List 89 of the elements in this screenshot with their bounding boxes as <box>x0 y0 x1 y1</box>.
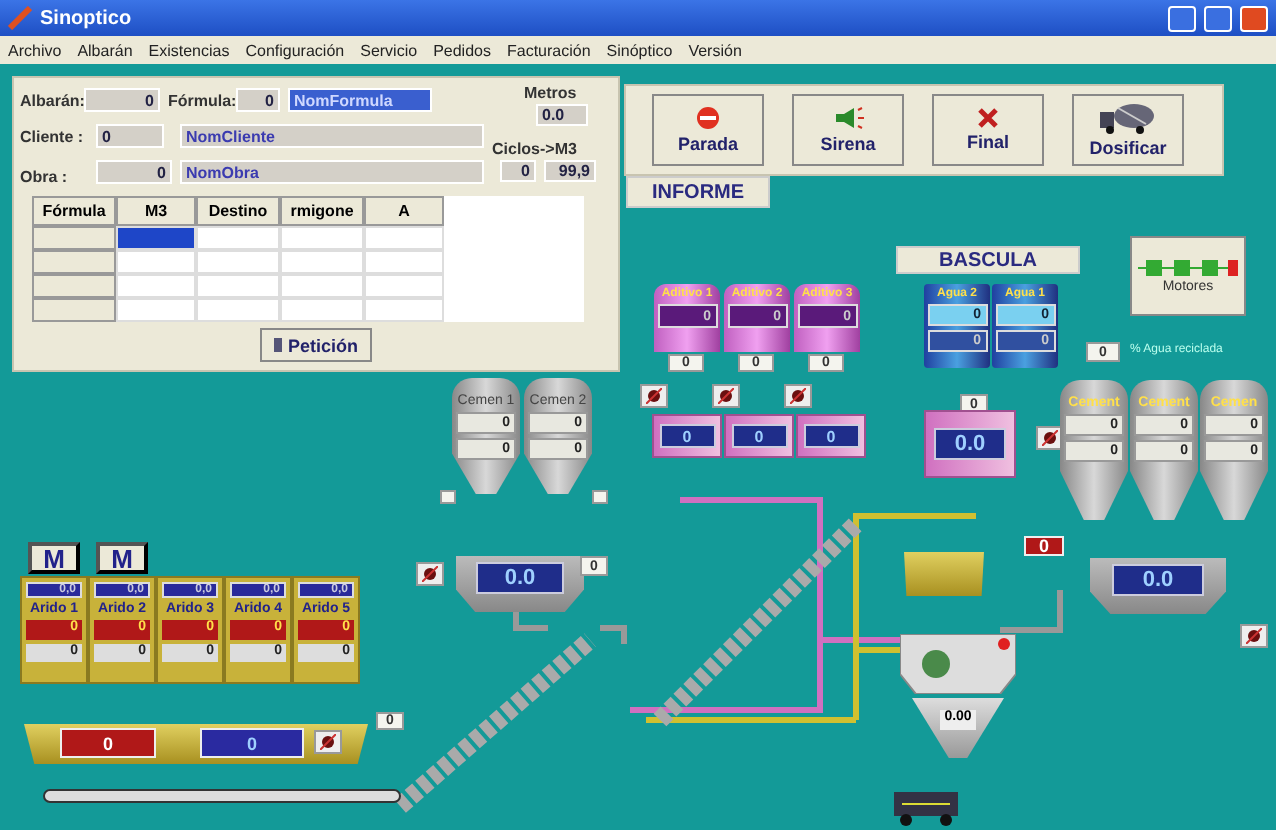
field-label: Metros <box>524 84 577 102</box>
menu-item[interactable]: Versión <box>688 41 742 59</box>
table-cell[interactable] <box>116 250 196 274</box>
column-header[interactable]: Fórmula <box>32 196 116 226</box>
app-icon <box>8 6 32 30</box>
menu-item[interactable]: Configuración <box>245 41 345 59</box>
mode-button[interactable]: M <box>28 542 80 574</box>
formula-code-field[interactable]: 0 <box>236 88 280 112</box>
row-header[interactable] <box>32 298 116 322</box>
mixer-drawing <box>900 634 1016 694</box>
valve-icon[interactable] <box>712 384 740 408</box>
valve-icon[interactable] <box>640 384 668 408</box>
maximize-button[interactable] <box>1204 5 1232 31</box>
row-header[interactable] <box>32 250 116 274</box>
table-cell[interactable] <box>196 250 280 274</box>
cycles-field: 0 <box>500 160 536 182</box>
table-cell[interactable] <box>280 274 364 298</box>
field-label: Ciclos->M3 <box>492 140 577 158</box>
menu-item[interactable]: Servicio <box>360 41 418 59</box>
close-button[interactable] <box>1240 5 1268 31</box>
cement-scale: 0.0 <box>1090 558 1226 614</box>
menu-item[interactable]: Archivo <box>8 41 62 59</box>
site-code-field[interactable]: 0 <box>96 160 172 184</box>
minimize-button[interactable] <box>1168 5 1196 31</box>
motor-chain-icon <box>1138 259 1238 275</box>
scale-title: BASCULA <box>896 246 1080 274</box>
request-button[interactable]: Petición <box>260 328 372 362</box>
valve-icon[interactable] <box>1240 624 1268 648</box>
menu-item[interactable]: Sinóptico <box>606 41 673 59</box>
cement-scale: 0.0 <box>456 556 584 612</box>
cement-counter: 0 <box>1024 536 1064 556</box>
table-cell[interactable] <box>116 298 196 322</box>
meters-field: 0.0 <box>536 104 588 126</box>
table-cell[interactable] <box>196 298 280 322</box>
mixer-hopper <box>904 552 984 596</box>
report-button[interactable]: INFORME <box>626 176 770 208</box>
table-cell[interactable] <box>280 250 364 274</box>
table-cell[interactable] <box>364 226 444 250</box>
formula-name-field[interactable]: NomFormula <box>288 88 432 112</box>
table-cell[interactable] <box>280 226 364 250</box>
site-name-field[interactable]: NomObra <box>180 160 484 184</box>
menu-item[interactable]: Pedidos <box>433 41 491 59</box>
field-label: Obra : <box>20 168 68 186</box>
column-header[interactable]: M3 <box>116 196 196 226</box>
hopper-value: 0 <box>60 728 156 758</box>
mode-button[interactable]: M <box>96 542 148 574</box>
column-header[interactable]: rmigone <box>280 196 364 226</box>
client-code-field[interactable]: 0 <box>96 124 164 148</box>
hopper-value: 0 <box>200 728 304 758</box>
window-title: Sinoptico <box>40 7 134 29</box>
menu-item[interactable]: Albarán <box>77 41 133 59</box>
table-cell[interactable] <box>364 250 444 274</box>
menu-item[interactable]: Facturación <box>506 41 591 59</box>
client-name-field[interactable]: NomCliente <box>180 124 484 148</box>
action-button[interactable]: Dosificar <box>1072 94 1184 166</box>
stop-sign-icon <box>696 106 720 130</box>
field-label: Fórmula: <box>168 92 237 110</box>
action-button[interactable]: Sirena <box>792 94 904 166</box>
grid-icon <box>274 338 282 352</box>
x-icon <box>978 108 998 128</box>
albaran-field[interactable]: 0 <box>84 88 160 112</box>
indicator-box <box>592 490 608 504</box>
valve-icon[interactable] <box>314 730 342 754</box>
water-scale: 0.0 <box>924 410 1016 478</box>
valve-icon[interactable] <box>416 562 444 586</box>
table-cell[interactable] <box>196 274 280 298</box>
action-button[interactable]: Parada <box>652 94 764 166</box>
row-header[interactable] <box>32 226 116 250</box>
truck-icon <box>1100 102 1156 134</box>
additive-scale: 0 <box>796 414 866 458</box>
table-cell[interactable] <box>116 226 196 250</box>
table-cell[interactable] <box>364 274 444 298</box>
table-cell[interactable] <box>280 298 364 322</box>
indicator-box <box>440 490 456 504</box>
table-cell[interactable] <box>116 274 196 298</box>
table-cell[interactable] <box>364 298 444 322</box>
row-header[interactable] <box>32 274 116 298</box>
column-header[interactable]: A <box>364 196 444 226</box>
table-cell[interactable] <box>196 226 280 250</box>
additive-scale: 0 <box>724 414 794 458</box>
action-button[interactable]: Final <box>932 94 1044 166</box>
additive-scale: 0 <box>652 414 722 458</box>
field-label: Albarán: <box>20 92 85 110</box>
m3-field: 99,9 <box>544 160 596 182</box>
siren-icon <box>832 106 864 130</box>
valve-icon[interactable] <box>784 384 812 408</box>
menu-item[interactable]: Existencias <box>148 41 230 59</box>
column-header[interactable]: Destino <box>196 196 280 226</box>
field-label: Cliente : <box>20 128 84 146</box>
